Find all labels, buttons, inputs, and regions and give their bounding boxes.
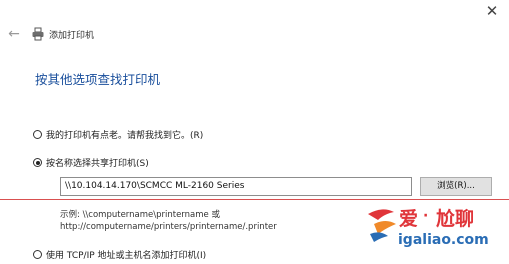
page-heading: 按其他选项查找打印机	[35, 72, 161, 87]
window-title: 添加打印机	[49, 31, 95, 41]
browse-button[interactable]: 浏览(R)...	[420, 177, 492, 196]
divider-line	[0, 199, 509, 200]
radio-tcpip[interactable]	[33, 250, 42, 259]
option-old-printer[interactable]: 我的打印机有点老。请帮我找到它。(R)	[33, 128, 203, 141]
radio-old-printer[interactable]	[33, 130, 42, 139]
close-button[interactable]: ✕	[475, 0, 509, 22]
option-tcpip[interactable]: 使用 TCP/IP 地址或主机名添加打印机(I)	[33, 248, 206, 261]
share-name-input[interactable]: \\10.104.14.170\SCMCC ML-2160 Series	[60, 177, 412, 196]
option-shared-printer-label: 按名称选择共享打印机(S)	[46, 159, 149, 169]
watermark-logo-icon	[368, 209, 396, 242]
close-icon: ✕	[485, 2, 499, 20]
back-button[interactable]: ←	[7, 26, 21, 42]
option-old-printer-label: 我的打印机有点老。请帮我找到它。(R)	[46, 131, 204, 141]
radio-shared-printer[interactable]	[33, 158, 42, 167]
printer-icon	[32, 27, 44, 41]
watermark-dot: ·	[423, 208, 429, 224]
option-tcpip-label: 使用 TCP/IP 地址或主机名添加打印机(I)	[46, 251, 207, 261]
example-hint-line1: 示例: \\computername\printername 或	[60, 210, 220, 220]
watermark-text-top: 爱尬聊	[399, 208, 475, 230]
back-arrow-icon: ←	[8, 26, 20, 42]
option-shared-printer[interactable]: 按名称选择共享打印机(S)	[33, 156, 149, 169]
watermark-text-bottom: igaliao.com	[398, 232, 489, 248]
example-hint-line2: http://computername/printers/printername…	[60, 222, 277, 232]
